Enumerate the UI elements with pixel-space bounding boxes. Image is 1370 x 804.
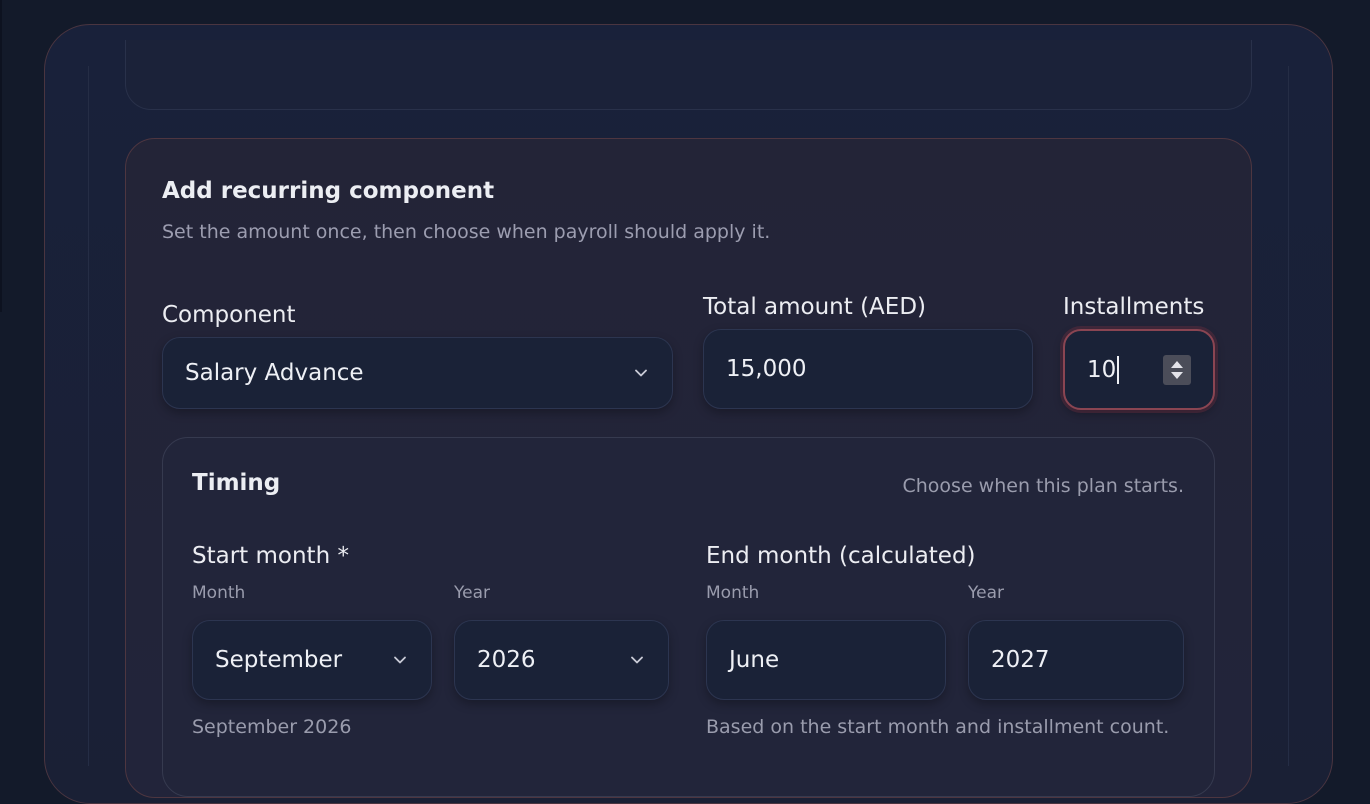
end-month-label: End month (calculated) <box>706 543 976 569</box>
text-caret <box>1117 355 1120 384</box>
chevron-down-icon <box>635 369 647 377</box>
start-year-value: 2026 <box>477 647 536 673</box>
screen-edge <box>0 0 2 312</box>
card-title: Add recurring component <box>162 178 495 204</box>
start-month-summary: September 2026 <box>192 716 352 738</box>
end-year-value: 2027 <box>991 647 1050 673</box>
start-month-select[interactable]: September <box>192 620 432 700</box>
total-amount-value: 15,000 <box>726 356 807 382</box>
end-month-sublabel: Month <box>706 583 760 603</box>
component-select[interactable]: Salary Advance <box>162 337 673 409</box>
card-subtitle: Set the amount once, then choose when pa… <box>162 221 771 243</box>
timing-hint: Choose when this plan starts. <box>902 475 1184 497</box>
end-month-field: June <box>706 620 946 700</box>
component-value: Salary Advance <box>185 360 364 386</box>
panel-rail-left <box>88 66 89 766</box>
timing-title: Timing <box>192 470 281 496</box>
chevron-down-icon <box>394 656 406 664</box>
chevron-down-icon <box>631 656 643 664</box>
increment-arrow-icon[interactable] <box>1171 360 1183 368</box>
panel-rail-right <box>1288 66 1289 766</box>
start-month-sublabel: Month <box>192 583 246 603</box>
previous-card <box>125 40 1252 110</box>
installments-value: 10 <box>1087 356 1117 383</box>
start-year-select[interactable]: 2026 <box>454 620 669 700</box>
start-month-label: Start month * <box>192 543 349 569</box>
end-year-field: 2027 <box>968 620 1184 700</box>
spinner-arrows-icon[interactable] <box>1163 354 1191 385</box>
component-label: Component <box>162 302 296 328</box>
end-month-value: June <box>729 647 780 673</box>
end-month-note: Based on the start month and installment… <box>706 716 1170 738</box>
installments-label: Installments <box>1063 294 1205 320</box>
installments-input[interactable]: 10 <box>1063 329 1215 410</box>
total-amount-label: Total amount (AED) <box>703 294 927 320</box>
end-year-sublabel: Year <box>968 583 1004 603</box>
start-year-sublabel: Year <box>454 583 490 603</box>
decrement-arrow-icon[interactable] <box>1171 371 1183 379</box>
start-month-value: September <box>215 647 343 673</box>
total-amount-input[interactable]: 15,000 <box>703 329 1033 409</box>
